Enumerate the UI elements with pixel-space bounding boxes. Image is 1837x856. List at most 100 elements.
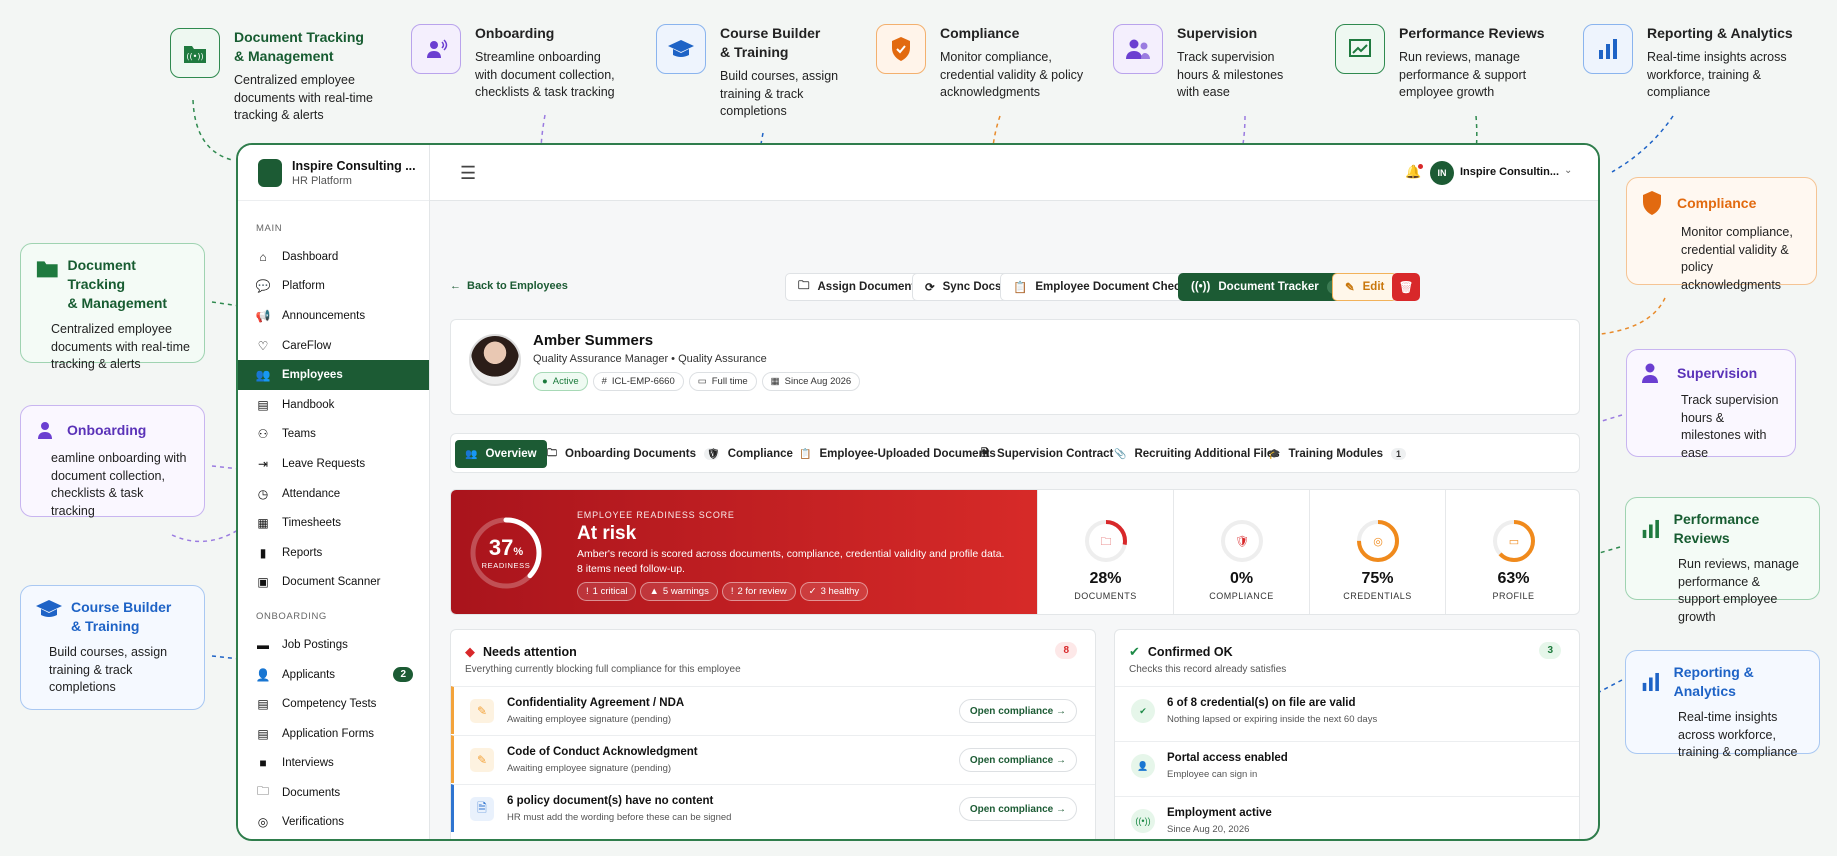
card-course-builder: Course Builder & Training Build courses,…: [20, 585, 205, 710]
sidebar-item-label: Platform: [282, 280, 325, 293]
app-window: Inspire Consulting ... HR Platform MAIN ⌂…: [236, 143, 1600, 841]
sidebar-item-label: CareFlow: [282, 339, 332, 352]
sidebar-item-label: Handbook: [282, 398, 335, 411]
open-compliance-button[interactable]: Open compliance →: [958, 699, 1077, 723]
sidebar-item-announcements[interactable]: 📢 Announcements: [238, 301, 429, 331]
brand[interactable]: Inspire Consulting ... HR Platform: [238, 145, 429, 201]
readiness-pill[interactable]: ▲ 5 warnings: [640, 582, 718, 601]
readiness-pill[interactable]: ✓ 3 healthy: [799, 582, 869, 601]
tab-supervision-contract[interactable]: 🗎 Supervision Contract: [971, 440, 1123, 468]
sidebar-item-timesheets[interactable]: ▦ Timesheets: [238, 508, 429, 538]
back-label: Back to Employees: [467, 280, 568, 292]
sidebar-item-label: Applicants: [282, 668, 336, 681]
tab-overview[interactable]: 👥 Overview: [455, 440, 547, 468]
attention-subtitle: Everything currently blocking full compl…: [465, 664, 741, 675]
sidebar-item-job-postings[interactable]: ▬ Job Postings: [238, 630, 429, 660]
confirmed-subtitle: Checks this record already satisfies: [1129, 664, 1287, 675]
metric-value: 0%: [1229, 570, 1254, 587]
topbar: ☰ 🔔 IN Inspire Consultin... ⌄: [430, 145, 1598, 201]
employee-id: ICL-EMP-6660: [611, 376, 675, 387]
attention-row[interactable]: 🗎 6 policy document(s) have no content HR …: [451, 784, 1095, 832]
bell-icon[interactable]: 🔔: [1405, 164, 1424, 180]
metric-credentials[interactable]: ◎ 75% CREDENTIALS: [1309, 490, 1445, 614]
document-icon: 🗎: [470, 797, 494, 821]
card-desc: Build courses, assign training & track c…: [49, 645, 168, 694]
main-content: ← Back to Employees 🗀 Assign Documents ⟳ Sy…: [430, 201, 1598, 839]
card-title: Compliance: [1677, 194, 1757, 211]
interviews-icon: ■: [259, 756, 267, 771]
row-title: 6 of 8 credential(s) on file are valid: [1167, 697, 1356, 709]
platform-icon: 💬: [255, 279, 271, 294]
tab-label: Compliance: [727, 448, 793, 460]
readiness-pill[interactable]: ! 2 for review: [721, 582, 796, 601]
pill-label: 1 critical: [592, 586, 628, 597]
sidebar-item-label: Job Postings: [282, 638, 348, 651]
confirmed-count: 3: [1539, 642, 1561, 659]
hamburger-menu-icon[interactable]: ☰: [460, 164, 476, 182]
sidebar-item-handbook[interactable]: ▤ Handbook: [238, 390, 429, 420]
pill-icon: ▲: [649, 586, 659, 597]
sidebar-item-attendance[interactable]: ◷ Attendance: [238, 479, 429, 509]
tab-label: Employee-Uploaded Documents: [819, 448, 996, 460]
user-wave-icon: [38, 422, 52, 439]
delete-button[interactable]: 🗑: [1392, 273, 1420, 301]
folder-signal-icon: [36, 261, 58, 278]
metric-label: COMPLIANCE: [1209, 591, 1274, 601]
org-switcher[interactable]: Inspire Consultin...: [1460, 166, 1559, 178]
edit-button[interactable]: ✎ Edit: [1332, 273, 1398, 301]
sidebar-item-competency-tests[interactable]: ▤ Competency Tests: [238, 689, 429, 719]
sidebar-item-reports[interactable]: ▮ Reports: [238, 538, 429, 568]
timesheets-icon: ▦: [257, 516, 269, 531]
row-subtitle: Employee can sign in: [1167, 769, 1258, 780]
edit-label: Edit: [1362, 281, 1385, 293]
tab-icon: 🎓: [1268, 448, 1281, 460]
sidebar-item-interviews[interactable]: ■ Interviews: [238, 749, 429, 779]
employee-name: Amber Summers: [533, 332, 654, 349]
tab-compliance[interactable]: 🛡 Compliance: [697, 440, 803, 468]
sidebar-item-application-forms[interactable]: ▤ Application Forms: [238, 719, 429, 749]
row-subtitle: Awaiting employee signature (pending): [507, 763, 672, 774]
tab-training-modules[interactable]: 🎓 Training Modules 1: [1258, 440, 1416, 468]
teams-icon: ⚇: [257, 427, 269, 442]
pencil-icon: ✎: [470, 748, 494, 772]
readiness-pill[interactable]: ! 1 critical: [577, 582, 637, 601]
sidebar-item-documents[interactable]: 🗀 Documents: [238, 778, 429, 808]
tab-label: Supervision Contract: [997, 448, 1114, 460]
back-link[interactable]: ← Back to Employees: [450, 280, 568, 292]
sidebar-item-employees[interactable]: 👥 Employees: [238, 360, 429, 390]
sidebar-item-teams[interactable]: ⚇ Teams: [238, 420, 429, 450]
sidebar-item-dashboard[interactable]: ⌂ Dashboard: [238, 242, 429, 272]
metric-ring: 🗀: [1084, 520, 1127, 562]
status-badge: ● Active: [533, 372, 588, 391]
metric-documents[interactable]: 🗀 28% DOCUMENTS: [1037, 490, 1173, 614]
pencil-icon: ✎: [470, 699, 494, 723]
open-compliance-button[interactable]: Open compliance →: [958, 748, 1077, 772]
svg-text:◎: ◎: [1373, 536, 1383, 548]
attention-title: Needs attention: [483, 645, 577, 659]
card-compliance: Compliance Monitor compliance, credentia…: [1626, 177, 1817, 292]
metric-profile[interactable]: ▭ 63% PROFILE: [1445, 490, 1579, 614]
attention-row[interactable]: ✎ Code of Conduct Acknowledgment Awaiting …: [451, 735, 1095, 783]
sidebar-item-platform[interactable]: 💬 Platform: [238, 272, 429, 302]
sidebar-item-careflow[interactable]: ♡ CareFlow: [238, 331, 429, 361]
assign-label: Assign Documents: [817, 281, 922, 293]
metric-compliance[interactable]: 🛡 0% COMPLIANCE: [1173, 490, 1309, 614]
chevron-down-icon[interactable]: ⌄: [1564, 165, 1572, 176]
open-compliance-button[interactable]: Open compliance →: [958, 797, 1077, 821]
attention-row[interactable]: ✎ Confidentiality Agreement / NDA Awaiting…: [451, 686, 1095, 734]
sidebar-item-verifications[interactable]: ◎ Verifications: [238, 808, 429, 838]
sidebar: Inspire Consulting ... HR Platform MAIN ⌂…: [238, 145, 430, 839]
avatar[interactable]: IN: [1430, 161, 1454, 185]
brand-logo: [258, 158, 282, 187]
sidebar-item-leave-requests[interactable]: ⇥ Leave Requests: [238, 449, 429, 479]
status-text: Active: [552, 376, 579, 387]
card-title: Onboarding: [67, 421, 147, 438]
sidebar-item-label: Competency Tests: [282, 698, 377, 711]
sidebar-item-applicants[interactable]: 👤 Applicants 2: [238, 660, 429, 690]
attention-count: 8: [1055, 642, 1077, 659]
dashboard-icon: ⌂: [259, 249, 267, 264]
tab-icon: 👥: [465, 448, 478, 460]
sidebar-item-document-scanner[interactable]: ▣ Document Scanner: [238, 568, 429, 598]
sidebar-item-label: Document Scanner: [282, 576, 381, 589]
job-postings-icon: ▬: [257, 637, 269, 652]
